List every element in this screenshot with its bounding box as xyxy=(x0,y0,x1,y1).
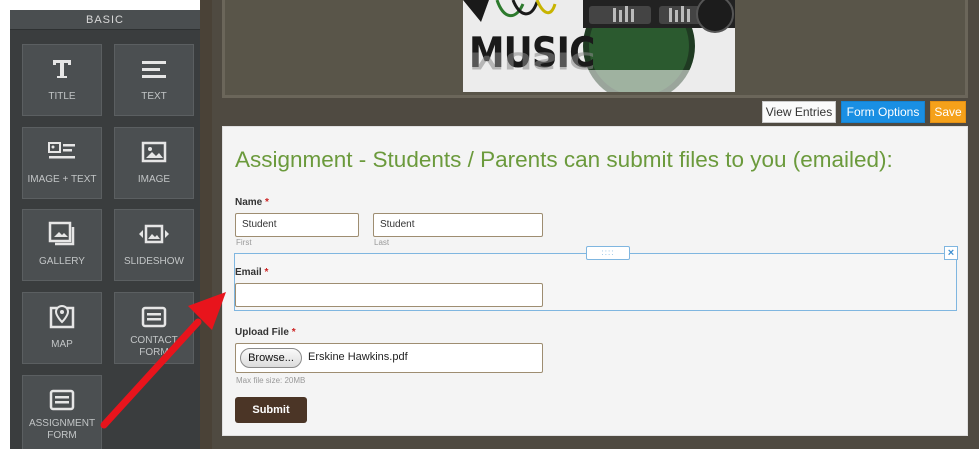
tile-label: SLIDESHOW xyxy=(123,256,184,267)
assignment-form-block: Assignment - Students / Parents can subm… xyxy=(222,126,968,436)
tile-slideshow[interactable]: SLIDESHOW xyxy=(114,209,194,281)
tile-gallery[interactable]: GALLERY xyxy=(22,209,102,281)
form-title[interactable]: Assignment - Students / Parents can subm… xyxy=(235,147,893,173)
tile-image[interactable]: IMAGE xyxy=(114,127,194,199)
required-marker: * xyxy=(291,327,296,338)
title-icon xyxy=(23,55,101,83)
required-marker: * xyxy=(264,267,269,278)
file-upload-input[interactable]: Browse... Erskine Hawkins.pdf xyxy=(235,343,543,373)
tile-label: ASSIGNMENT FORM xyxy=(28,418,96,441)
sidebar-divider xyxy=(200,0,212,449)
selected-file-name: Erskine Hawkins.pdf xyxy=(308,351,408,363)
upload-label-text: Upload File xyxy=(235,327,289,338)
tile-label: TEXT xyxy=(141,91,167,102)
email-label-text: Email xyxy=(235,267,262,278)
slideshow-icon xyxy=(115,220,193,248)
image-text-icon xyxy=(23,138,101,166)
music-reflection: MUSIC xyxy=(469,47,595,74)
tile-label: GALLERY xyxy=(39,256,85,267)
form-icon xyxy=(115,303,193,331)
tile-label: CONTACT FORM xyxy=(130,335,178,358)
submit-button[interactable]: Submit xyxy=(235,397,307,423)
text-lines-icon xyxy=(115,55,193,83)
save-button[interactable]: Save xyxy=(930,101,966,123)
first-sublabel: First xyxy=(236,238,252,247)
email-label: Email * xyxy=(235,267,268,278)
upload-file-label: Upload File * xyxy=(235,327,296,338)
tile-label: MAP xyxy=(51,339,73,350)
tile-label: IMAGE xyxy=(137,174,171,185)
tile-title[interactable]: TITLE xyxy=(22,44,102,116)
gallery-icon xyxy=(23,220,101,248)
image-icon xyxy=(115,138,193,166)
header-image-block[interactable]: MUSIC MUSIC xyxy=(222,0,968,98)
tile-map[interactable]: MAP xyxy=(22,292,102,364)
element-sidebar: BASIC TITLE TEXT IMAGE + TEXT IMAGE GALL… xyxy=(10,10,200,449)
form-icon xyxy=(23,386,101,414)
tile-label: IMAGE + TEXT xyxy=(27,174,97,185)
tile-text[interactable]: TEXT xyxy=(114,44,194,116)
name-label-text: Name xyxy=(235,197,263,208)
tile-label: TITLE xyxy=(48,91,76,102)
map-pin-icon xyxy=(23,303,101,331)
tile-contact-form[interactable]: CONTACT FORM xyxy=(114,292,194,364)
name-label: Name * xyxy=(235,197,269,208)
sidebar-section-header: BASIC xyxy=(10,10,200,30)
max-file-size-note: Max file size: 20MB xyxy=(236,376,306,385)
drag-handle-icon[interactable]: :::: xyxy=(586,246,630,260)
view-entries-button[interactable]: View Entries xyxy=(762,101,836,123)
required-marker: * xyxy=(265,197,269,208)
form-options-button[interactable]: Form Options xyxy=(841,101,925,123)
last-sublabel: Last xyxy=(374,238,390,247)
music-banner-image: MUSIC MUSIC xyxy=(463,0,735,92)
tile-image-text[interactable]: IMAGE + TEXT xyxy=(22,127,102,199)
email-input[interactable] xyxy=(235,283,543,307)
first-name-input[interactable]: Student xyxy=(235,213,359,237)
browse-button[interactable]: Browse... xyxy=(240,348,302,368)
tile-assignment-form[interactable]: ASSIGNMENT FORM xyxy=(22,375,102,449)
remove-field-icon[interactable]: × xyxy=(944,246,958,260)
last-name-input[interactable]: Student xyxy=(373,213,543,237)
